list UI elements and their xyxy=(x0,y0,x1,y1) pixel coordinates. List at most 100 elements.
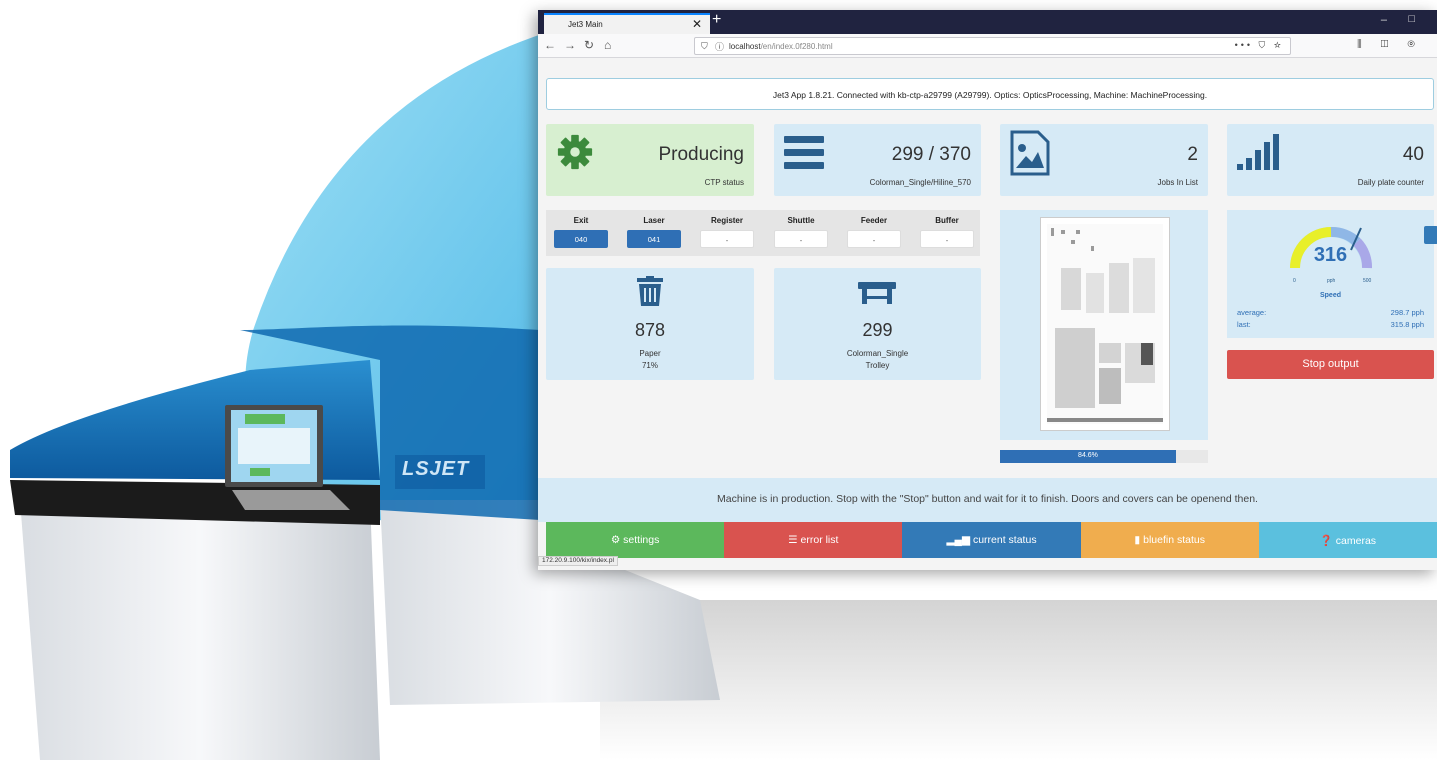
plate-preview-image xyxy=(1040,217,1170,431)
back-icon[interactable]: ← xyxy=(544,38,556,52)
daily-counter-value: 40 xyxy=(1402,144,1424,165)
position-label: Exit xyxy=(573,216,589,225)
image-file-icon xyxy=(1010,130,1050,176)
url-bar[interactable]: ⛉ ⓘ localhost/en/index.0f280.html ••• ⛉ … xyxy=(694,37,1291,55)
paper-percent: 71% xyxy=(641,361,658,370)
nav-label: current status xyxy=(972,534,1037,546)
plate-preview-card xyxy=(1000,210,1208,440)
paper-card: 878 Paper 71% xyxy=(546,268,754,380)
nav-cameras[interactable]: ❓ cameras xyxy=(1258,522,1437,558)
average-label: average: xyxy=(1237,308,1267,317)
trolley-count: 299 xyxy=(862,320,893,340)
tab-bar: Jet3 Main ✕ + – □ xyxy=(538,10,1437,34)
chart-toggle-icon[interactable] xyxy=(1424,226,1437,244)
trash-icon xyxy=(637,276,663,306)
status-bar-url: 172.20.9.100/kix/index.pl xyxy=(538,556,618,566)
position-status-strip: Exit 040 Laser 041 Register - Shuttle - … xyxy=(546,210,980,256)
ctp-status-card: Producing CTP status xyxy=(546,124,754,196)
jobs-card: 2 Jobs In List xyxy=(1000,124,1208,196)
position-feeder: Feeder - xyxy=(847,216,901,248)
url-host: localhost xyxy=(729,42,761,51)
position-value: - xyxy=(847,230,901,248)
trolley-sublabel: Trolley xyxy=(865,361,890,370)
position-buffer: Buffer - xyxy=(920,216,974,248)
list-icon: ☰ xyxy=(788,534,798,546)
last-value: 315.8 pph xyxy=(1390,320,1424,329)
trolley-card: 299 Colorman_Single Trolley xyxy=(774,268,981,380)
nav-label: cameras xyxy=(1335,535,1377,547)
position-register: Register - xyxy=(700,216,754,248)
info-icon[interactable]: ⓘ xyxy=(715,40,724,53)
page-actions-icon[interactable]: ••• ⛉ ☆ xyxy=(1235,40,1284,51)
production-message: Machine is in production. Stop with the … xyxy=(538,478,1437,522)
queue-value: 299 / 370 xyxy=(891,144,971,165)
shield-icon[interactable]: ⛉ xyxy=(701,41,708,52)
position-label: Shuttle xyxy=(787,216,815,225)
last-row: last: 315.8 pph xyxy=(1237,320,1424,329)
position-value: 041 xyxy=(627,230,681,248)
gauge-unit: pph xyxy=(1327,278,1336,284)
position-value: - xyxy=(774,230,828,248)
signal-icon: ▂▄▆ xyxy=(946,534,971,546)
progress-fill: 84.6% xyxy=(1000,450,1176,463)
trolley-icon xyxy=(858,282,896,304)
daily-counter-card: 40 Daily plate counter xyxy=(1227,124,1434,196)
bars-icon xyxy=(784,136,824,169)
position-value: 040 xyxy=(554,230,608,248)
url-path: /en/index.0f280.html xyxy=(760,42,833,51)
nav-settings[interactable]: ⚙ settings xyxy=(546,522,725,558)
jobs-label: Jobs In List xyxy=(1157,178,1198,187)
position-laser: Laser 041 xyxy=(627,216,681,248)
library-icon[interactable]: ⫼ ◫ ⊚ xyxy=(1357,39,1423,50)
question-icon: ❓ xyxy=(1319,535,1333,547)
nav-bluefin-status[interactable]: ▮ bluefin status xyxy=(1080,522,1259,558)
bottom-navigation: ⚙ settings ☰ error list ▂▄▆ current stat… xyxy=(546,522,1437,558)
gauge-max: 500 xyxy=(1363,278,1372,284)
screenshot-stage: LSJET Jet3 Main ✕ + – □ ← → ↻ ⌂ ⛉ ⓘ loca… xyxy=(0,0,1437,779)
daily-counter-label: Daily plate counter xyxy=(1357,178,1424,187)
last-label: last: xyxy=(1237,320,1251,329)
ctp-status-label: CTP status xyxy=(704,178,744,187)
speed-label: Speed xyxy=(1319,292,1341,299)
gear-icon xyxy=(557,134,593,170)
nav-error-list[interactable]: ☰ error list xyxy=(724,522,903,558)
close-tab-icon[interactable]: ✕ xyxy=(692,17,702,31)
new-tab-button[interactable]: + xyxy=(712,11,721,29)
file-icon: ▮ xyxy=(1134,534,1141,546)
gauge-min: 0 xyxy=(1293,278,1296,284)
speed-value: 316 xyxy=(1313,244,1348,266)
average-value: 298.7 pph xyxy=(1390,308,1424,317)
position-label: Buffer xyxy=(935,216,959,225)
maximize-icon[interactable]: □ xyxy=(1408,13,1415,25)
nav-current-status[interactable]: ▂▄▆ current status xyxy=(902,522,1081,558)
stop-output-button[interactable]: Stop output xyxy=(1227,350,1434,379)
jobs-value: 2 xyxy=(1187,144,1198,165)
paper-label: Paper xyxy=(639,349,661,358)
plate-progress-bar: 84.6% xyxy=(1000,450,1208,463)
speed-card: 316 0 pph 500 Speed average: 298.7 pph l… xyxy=(1227,210,1437,338)
paper-count: 878 xyxy=(634,320,666,340)
queue-label: Colorman_Single/Hiline_570 xyxy=(869,178,971,187)
trolley-label: Colorman_Single xyxy=(846,349,909,358)
home-icon[interactable]: ⌂ xyxy=(604,38,611,52)
reload-icon[interactable]: ↻ xyxy=(584,38,594,52)
gear-icon: ⚙ xyxy=(610,534,621,546)
nav-label: bluefin status xyxy=(1143,534,1205,546)
signal-icon xyxy=(1237,134,1279,170)
browser-window: Jet3 Main ✕ + – □ ← → ↻ ⌂ ⛉ ⓘ localhost/… xyxy=(538,10,1437,570)
position-label: Register xyxy=(710,216,743,225)
machine-logo: LSJET xyxy=(402,458,470,480)
position-exit: Exit 040 xyxy=(554,216,608,248)
navigation-bar: ← → ↻ ⌂ ⛉ ⓘ localhost/en/index.0f280.htm… xyxy=(538,34,1437,58)
position-label: Laser xyxy=(643,216,665,225)
ctp-status-value: Producing xyxy=(658,144,744,165)
nav-label: settings xyxy=(623,534,660,546)
position-label: Feeder xyxy=(860,216,888,225)
forward-icon[interactable]: → xyxy=(564,38,576,52)
average-row: average: 298.7 pph xyxy=(1237,308,1424,317)
minimize-icon[interactable]: – xyxy=(1381,14,1387,26)
jet3-app: Jet3 App 1.8.21. Connected with kb-ctp-a… xyxy=(538,58,1437,570)
tab-jet3-main[interactable]: Jet3 Main ✕ xyxy=(544,13,710,34)
position-value: - xyxy=(700,230,754,248)
position-shuttle: Shuttle - xyxy=(774,216,828,248)
